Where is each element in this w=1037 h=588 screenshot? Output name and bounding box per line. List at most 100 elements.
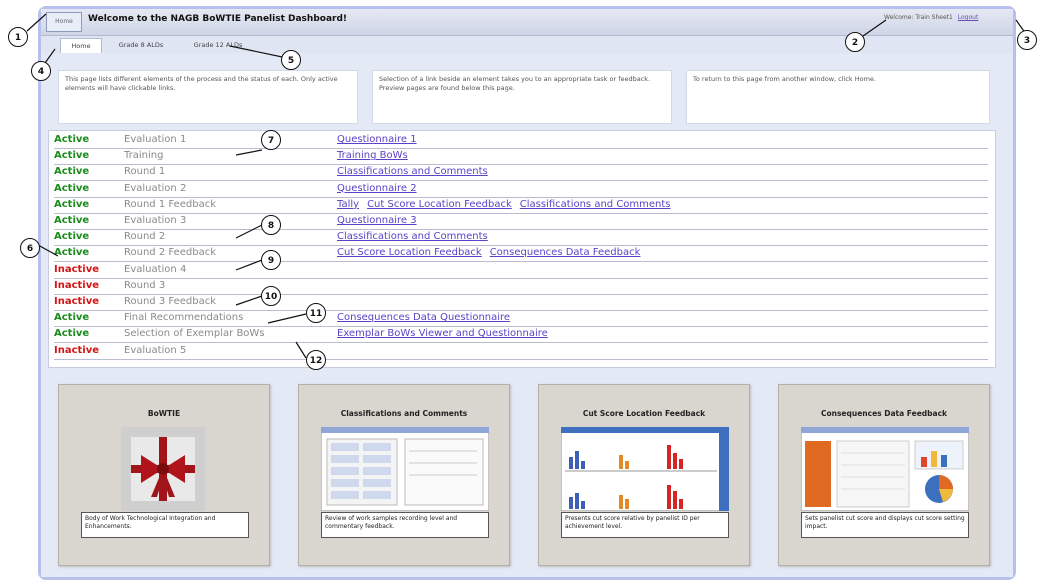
callout-9: 9: [261, 250, 281, 270]
status-label: Inactive: [54, 263, 100, 275]
task-link[interactable]: Exemplar BoWs Viewer and Questionnaire: [337, 328, 548, 339]
card-bowtie[interactable]: BoWTIE Body of Work Technological Integr…: [58, 384, 270, 566]
card-title: Classifications and Comments: [340, 409, 468, 418]
row-links: Questionnaire 3: [337, 215, 425, 226]
card-title: Cut Score Location Feedback: [582, 409, 706, 418]
status-label: Inactive: [54, 279, 100, 291]
callout-4: 4: [31, 61, 51, 81]
table-row: Inactive Evaluation 4: [54, 264, 988, 279]
status-label: Active: [54, 231, 90, 243]
task-link[interactable]: Questionnaire 1: [337, 134, 417, 145]
callout-7: 7: [261, 130, 281, 150]
tab-grade-12-alds[interactable]: Grade 12 ALDs: [188, 38, 248, 53]
intro-text-2: Selection of a link beside an element ta…: [372, 70, 672, 124]
element-name: Selection of Exemplar BoWs: [124, 328, 265, 340]
callout-8: 8: [261, 215, 281, 235]
status-label: Inactive: [54, 344, 100, 356]
row-links: Tally Cut Score Location Feedback Classifi…: [337, 199, 679, 210]
task-link[interactable]: Classifications and Comments: [337, 231, 488, 242]
element-name: Evaluation 3: [124, 215, 187, 226]
table-row: Active Selection of Exemplar BoWs Exemplar…: [54, 328, 988, 344]
element-name: Evaluation 4: [124, 263, 187, 275]
callout-6: 6: [20, 238, 40, 258]
card-cut-score[interactable]: Cut Score Location Feedback Presents cut…: [538, 384, 750, 566]
callout-11: 11: [306, 303, 326, 323]
element-name: Evaluation 5: [124, 344, 187, 356]
classifications-screenshot-icon: [320, 426, 490, 512]
card-description: Sets panelist cut score and displays cut…: [801, 512, 969, 538]
element-name: Training: [124, 150, 164, 162]
tab-home[interactable]: Home: [60, 38, 102, 54]
logout-link[interactable]: Logout: [958, 14, 979, 21]
row-links: Questionnaire 1: [337, 134, 425, 145]
task-link[interactable]: Questionnaire 2: [337, 183, 417, 194]
card-description: Presents cut score relative by panelist …: [561, 512, 729, 538]
status-label: Active: [54, 134, 90, 145]
status-label: Active: [54, 247, 90, 259]
consequences-screenshot-icon: [800, 426, 970, 512]
element-name: Round 3: [124, 279, 166, 291]
welcome-area: Welcome: Train Sheet1 Logout: [884, 14, 978, 21]
status-label: Active: [54, 328, 90, 340]
task-link[interactable]: Consequences Data Questionnaire: [337, 312, 510, 323]
card-description: Review of work samples recording level a…: [321, 512, 489, 538]
status-label: Active: [54, 198, 90, 210]
callout-10: 10: [261, 286, 281, 306]
welcome-text: Welcome: Train Sheet1: [884, 14, 953, 21]
table-row: Inactive Round 3 Feedback: [54, 296, 988, 311]
element-name: Round 2 Feedback: [124, 247, 216, 259]
row-links: Classifications and Comments: [337, 231, 496, 242]
table-row: Active Evaluation 3 Questionnaire 3: [54, 215, 988, 230]
element-name: Evaluation 2: [124, 182, 187, 194]
task-link[interactable]: Classifications and Comments: [337, 166, 488, 177]
callout-12: 12: [306, 350, 326, 370]
task-link[interactable]: Consequences Data Feedback: [490, 247, 641, 258]
callout-5: 5: [281, 50, 301, 70]
status-label: Active: [54, 182, 90, 194]
intro-text-3: To return to this page from another wind…: [686, 70, 990, 124]
row-links: Questionnaire 2: [337, 183, 425, 194]
card-consequences[interactable]: Consequences Data Feedback Sets panelist…: [778, 384, 990, 566]
element-name: Final Recommendations: [124, 312, 244, 324]
table-row: Active Training Training BoWs: [54, 150, 988, 166]
element-name: Round 3 Feedback: [124, 296, 216, 307]
callout-1: 1: [8, 27, 28, 47]
task-link[interactable]: Cut Score Location Feedback: [367, 199, 512, 210]
element-name: Round 2: [124, 231, 166, 243]
tab-bar: [41, 36, 1013, 53]
intro-text-1: This page lists different elements of th…: [58, 70, 358, 124]
home-button[interactable]: Home: [46, 12, 82, 32]
task-link[interactable]: Cut Score Location Feedback: [337, 247, 482, 258]
table-row: Active Round 2 Feedback Cut Score Location…: [54, 247, 988, 263]
callout-2: 2: [845, 32, 865, 52]
task-link[interactable]: Training BoWs: [337, 150, 408, 161]
row-links: Classifications and Comments: [337, 166, 496, 177]
card-title: BoWTIE: [147, 409, 181, 418]
task-link[interactable]: Questionnaire 3: [337, 215, 417, 226]
element-name: Round 1 Feedback: [124, 198, 216, 210]
status-label: Inactive: [54, 296, 100, 307]
element-name: Evaluation 1: [124, 134, 187, 145]
element-name: Round 1: [124, 166, 166, 178]
table-row: Active Evaluation 2 Questionnaire 2: [54, 183, 988, 198]
gift-bow-icon: [121, 427, 205, 511]
tab-grade-8-alds[interactable]: Grade 8 ALDs: [112, 38, 170, 53]
row-links: Training BoWs: [337, 150, 416, 161]
table-row: Active Round 2 Classifications and Comment…: [54, 231, 988, 247]
status-label: Active: [54, 166, 90, 178]
table-row: Active Round 1 Feedback Tally Cut Score Loc…: [54, 199, 988, 214]
status-label: Active: [54, 150, 90, 162]
callout-3: 3: [1017, 30, 1037, 50]
card-description: Body of Work Technological Integration a…: [81, 512, 249, 538]
table-row: Inactive Round 3: [54, 280, 988, 295]
card-title: Consequences Data Feedback: [820, 409, 948, 418]
table-row: Active Evaluation 1 Questionnaire 1: [54, 134, 988, 149]
table-row: Active Round 1 Classifications and Comment…: [54, 166, 988, 182]
row-links: Exemplar BoWs Viewer and Questionnaire: [337, 328, 556, 339]
table-row: Active Final Recommendations Consequences …: [54, 312, 988, 328]
page-title: Welcome to the NAGB BoWTIE Panelist Dash…: [88, 14, 348, 24]
task-link[interactable]: Classifications and Comments: [520, 199, 671, 210]
card-classifications[interactable]: Classifications and Comments Review of w…: [298, 384, 510, 566]
status-label: Active: [54, 312, 90, 324]
task-link[interactable]: Tally: [337, 199, 359, 210]
